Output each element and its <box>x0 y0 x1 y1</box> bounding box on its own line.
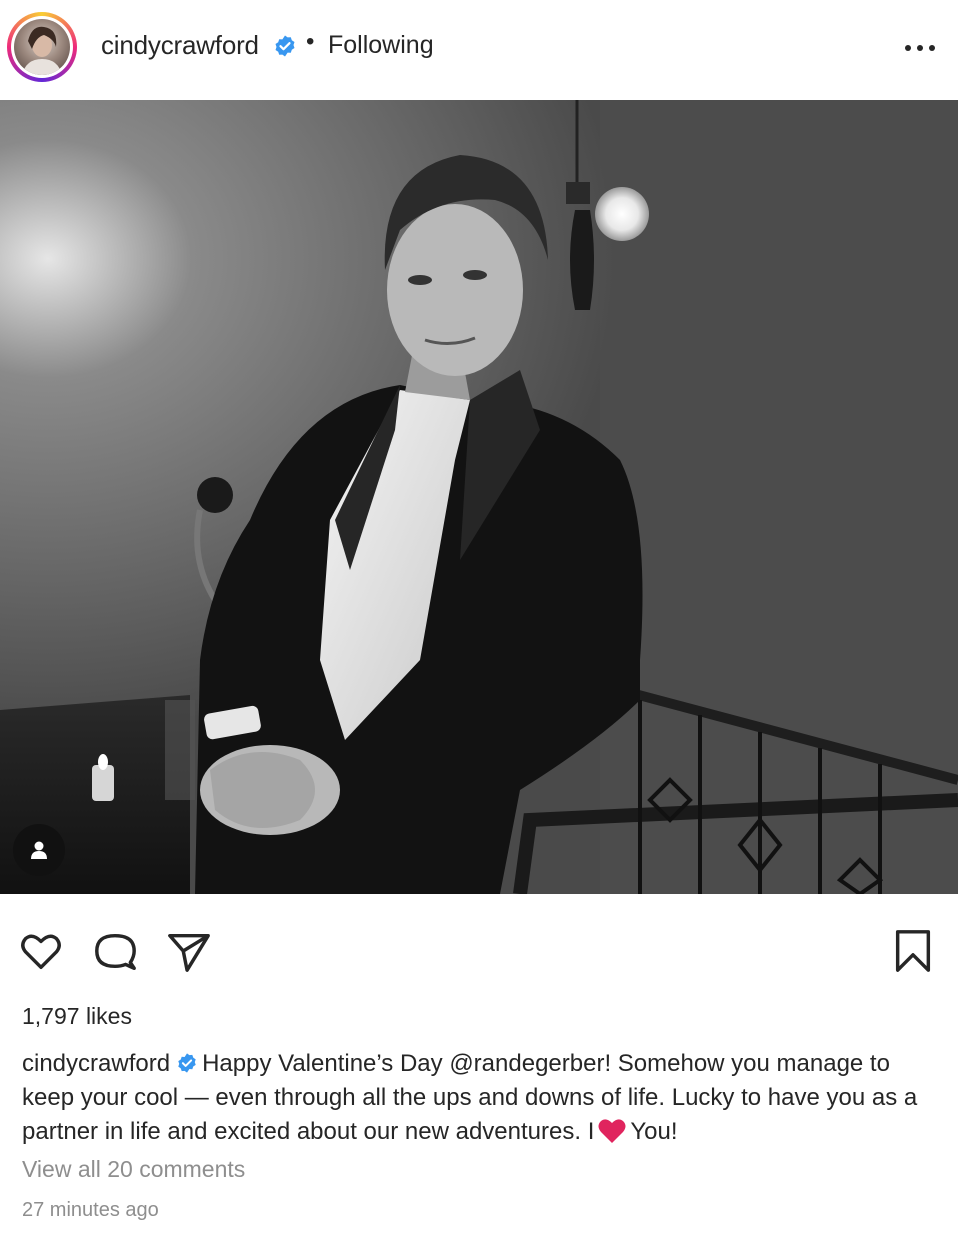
likes-count[interactable]: 1,797 likes <box>22 1003 132 1030</box>
avatar[interactable] <box>14 19 70 75</box>
story-ring[interactable] <box>7 12 77 82</box>
comment-icon[interactable] <box>92 928 138 974</box>
post-photo[interactable] <box>0 100 958 894</box>
verified-badge-icon <box>275 35 295 57</box>
heart-outline-icon[interactable] <box>18 928 64 974</box>
view-comments-link[interactable]: View all 20 comments <box>22 1156 245 1183</box>
bookmark-icon[interactable] <box>890 928 936 974</box>
action-bar <box>0 920 958 980</box>
separator-dot: • <box>306 28 315 55</box>
more-options-icon[interactable] <box>900 28 940 68</box>
caption-username[interactable]: cindycrawford <box>22 1050 170 1077</box>
caption-text-end: You! <box>630 1118 678 1145</box>
post-caption: cindycrawford Happy Valentine’s Day @rand… <box>22 1047 932 1149</box>
tagged-people-icon[interactable] <box>13 824 65 876</box>
send-icon[interactable] <box>166 928 212 974</box>
following-button[interactable]: Following <box>328 31 434 60</box>
post-header: cindycrawford • Following <box>0 0 958 100</box>
red-heart-emoji-icon <box>598 1118 626 1144</box>
verified-badge-icon <box>178 1053 196 1073</box>
username-link[interactable]: cindycrawford <box>101 30 259 61</box>
post-timestamp: 27 minutes ago <box>22 1199 159 1221</box>
